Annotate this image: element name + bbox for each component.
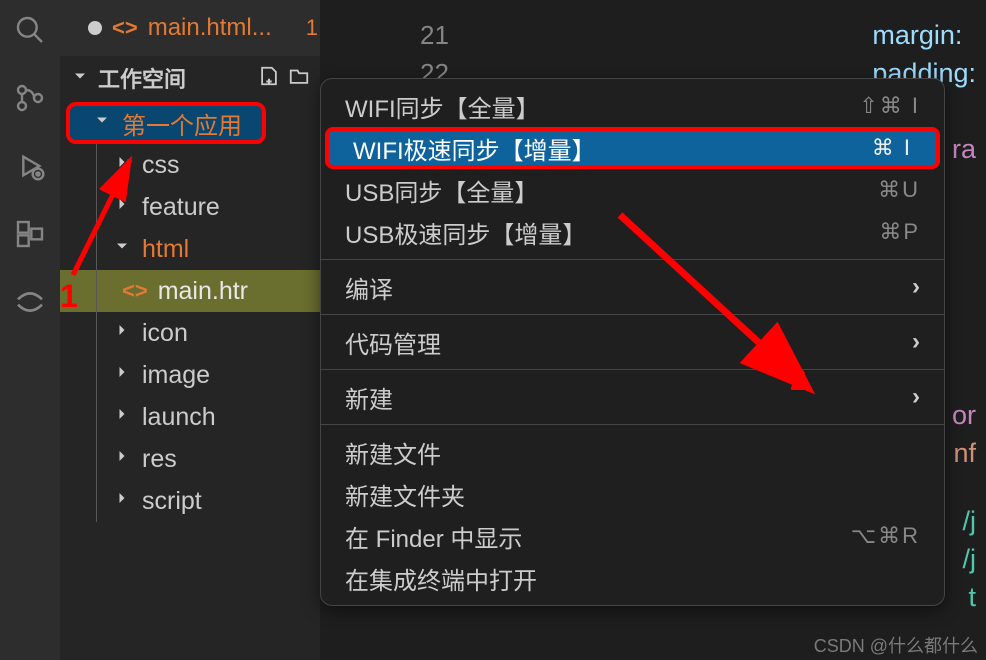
search-icon[interactable] [12,12,48,48]
chevron-right-icon [112,193,132,221]
remote-icon[interactable] [12,284,48,320]
extensions-icon[interactable] [12,216,48,252]
menu-vcs[interactable]: 代码管理 › [321,321,944,363]
workspace-actions [258,65,310,92]
annotation-number: 1 [60,278,78,315]
menu-usb-sync-incremental[interactable]: USB极速同步【增量】 ⌘P [321,211,944,253]
folder-launch[interactable]: launch [60,396,320,438]
activity-bar [0,0,60,660]
modified-dot-icon [88,21,102,35]
menu-divider [321,259,944,260]
folder-res[interactable]: res [60,438,320,480]
chevron-right-icon [112,319,132,347]
chevron-right-icon [112,403,132,431]
menu-reveal-finder[interactable]: 在 Finder 中显示 ⌥⌘R [321,515,944,557]
menu-compile[interactable]: 编译 › [321,266,944,308]
folder-script[interactable]: script [60,480,320,522]
new-file-icon[interactable] [258,65,280,92]
workspace-title: 工作空间 [98,62,186,94]
menu-wifi-sync-full[interactable]: WIFI同步【全量】 ⇧⌘ I [321,85,944,127]
folder-css[interactable]: css [60,144,320,186]
context-menu: WIFI同步【全量】 ⇧⌘ I WIFI极速同步【增量】 ⌘ I USB同步【全… [320,78,945,606]
chevron-right-icon: › [912,273,920,301]
chevron-right-icon [112,361,132,389]
folder-icon[interactable]: icon [60,312,320,354]
chevron-down-icon [112,235,132,263]
source-control-icon[interactable] [12,80,48,116]
folder-html[interactable]: html [60,228,320,270]
sidebar: <> main.html... 1 工作空间 第一个应用 [60,0,320,660]
menu-divider [321,369,944,370]
chevron-right-icon: › [912,383,920,411]
debug-icon[interactable] [12,148,48,184]
folder-image[interactable]: image [60,354,320,396]
menu-divider [321,314,944,315]
menu-divider [321,424,944,425]
file-main-html[interactable]: <> main.htr [60,270,320,312]
project-root[interactable]: 第一个应用 [66,102,266,144]
chevron-right-icon [112,151,132,179]
watermark: CSDN @什么都什么 [814,632,978,658]
editor-tab[interactable]: <> main.html... 1 [72,0,334,56]
chevron-right-icon [112,445,132,473]
menu-new-file[interactable]: 新建文件 [321,431,944,473]
new-folder-icon[interactable] [288,65,310,92]
html-file-icon: <> [112,15,138,41]
file-tree: 第一个应用 css feature html <> main. [60,100,320,660]
menu-new[interactable]: 新建 › [321,376,944,418]
tab-label: main.html... [148,14,272,42]
annotation-number: 2 [790,364,807,398]
chevron-right-icon [112,487,132,515]
folder-feature[interactable]: feature [60,186,320,228]
html-file-icon: <> [122,278,148,304]
chevron-down-icon [92,109,112,137]
project-name: 第一个应用 [122,106,242,141]
chevron-down-icon [70,66,90,91]
menu-open-terminal[interactable]: 在集成终端中打开 [321,557,944,599]
tab-badge: 1 [306,15,318,41]
workspace-header[interactable]: 工作空间 [60,56,320,100]
menu-new-folder[interactable]: 新建文件夹 [321,473,944,515]
chevron-right-icon: › [912,328,920,356]
menu-wifi-sync-incremental[interactable]: WIFI极速同步【增量】 ⌘ I [325,127,940,169]
menu-usb-sync-full[interactable]: USB同步【全量】 ⌘U [321,169,944,211]
